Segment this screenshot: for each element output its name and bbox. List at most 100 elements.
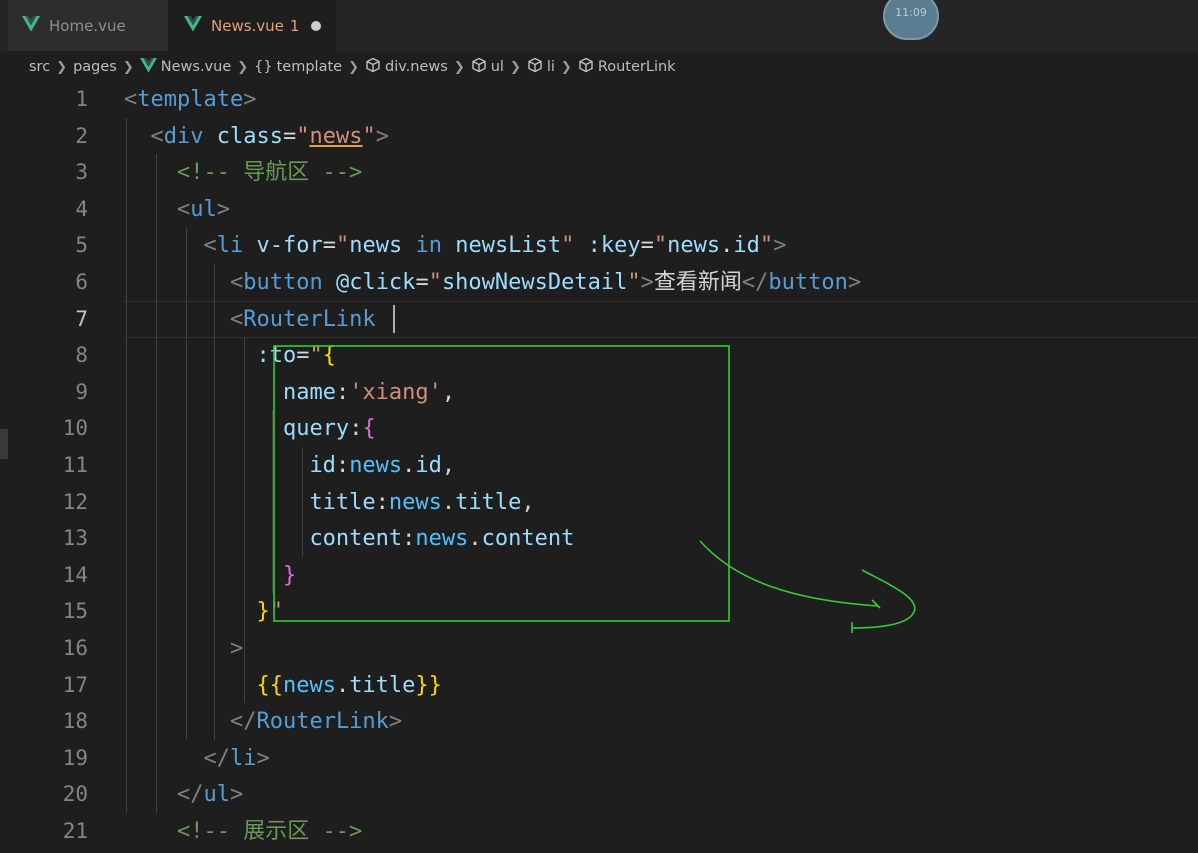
code-line[interactable]: 16 > (0, 630, 1198, 667)
code-token: news (309, 123, 363, 149)
code-token: < (229, 306, 244, 332)
code-text: <li v-for="news in newsList" :key="news.… (124, 227, 786, 264)
code-token: " (309, 343, 323, 369)
code-text: <!-- 导航区 --> (124, 154, 362, 191)
code-text: {{news.title}} (124, 667, 441, 704)
code-line[interactable]: 5 <li v-for="news in newsList" :key="new… (0, 227, 1198, 264)
code-line[interactable]: 13 content:news.content (0, 520, 1198, 557)
code-token: RouterLink (256, 709, 389, 735)
code-token: news (349, 453, 403, 478)
unsaved-dot-icon[interactable] (311, 20, 322, 31)
code-token: , (441, 379, 456, 405)
code-text: <RouterLink (124, 301, 389, 338)
code-text: <div class="news"> (124, 118, 389, 155)
line-number: 8 (75, 343, 88, 368)
chevron-right-icon: ❯ (56, 59, 68, 75)
tab-news-vue[interactable]: News.vue 1 (168, 0, 336, 51)
chevron-right-icon: ❯ (560, 59, 572, 75)
code-line[interactable]: 18 </RouterLink> (0, 703, 1198, 740)
code-token: , (521, 489, 535, 515)
code-token: " (362, 123, 376, 149)
code-token: > (640, 270, 654, 295)
code-token: 查看新闻 (653, 270, 742, 295)
breadcrumb-item-template[interactable]: {} template (254, 59, 342, 75)
breadcrumb-item-div-news[interactable]: div.news (365, 57, 448, 77)
code-token: . (720, 233, 734, 259)
code-token: > (256, 745, 270, 771)
code-token: > (229, 636, 244, 661)
code-token: <!-- 展示区 --> (176, 819, 363, 844)
indent-guide (244, 337, 245, 704)
code-text: } (124, 557, 296, 594)
code-token: { (322, 343, 336, 369)
code-line[interactable]: 14 } (0, 557, 1198, 594)
code-line[interactable]: 1 <template> (0, 81, 1198, 118)
code-token: : (335, 453, 350, 478)
vue-file-icon (22, 15, 40, 36)
code-editor[interactable]: 1 <template> 2 <div class="news"> 3 <!-- 导航… (0, 83, 1198, 853)
code-line[interactable]: 12 title:news.title, (0, 484, 1198, 521)
code-line[interactable]: 3 <!-- 导航区 --> (0, 154, 1198, 191)
code-text: query:{ (124, 410, 376, 447)
code-text: </li> (124, 740, 270, 777)
line-number: 9 (75, 379, 88, 404)
code-line[interactable]: 4 <ul> (0, 191, 1198, 228)
code-token: RouterLink (243, 306, 376, 332)
indent-guide (214, 264, 215, 740)
code-line[interactable]: 10 query:{ (0, 410, 1198, 447)
code-token: news (282, 672, 336, 698)
code-token: " (627, 270, 641, 295)
code-token: < (150, 123, 164, 149)
chevron-right-icon: ❯ (237, 59, 249, 75)
tab-label: Home.vue (49, 16, 126, 35)
code-line[interactable]: 7 <RouterLink (0, 301, 1198, 338)
code-line[interactable]: 6 <button @click="showNewsDetail">查看新闻</… (0, 264, 1198, 301)
code-token: id (415, 453, 442, 478)
line-number: 12 (62, 489, 88, 514)
code-token: 'xiang' (349, 379, 442, 405)
code-token: > (216, 196, 230, 222)
code-token: " (653, 233, 668, 259)
code-text: }" (124, 593, 283, 630)
code-line[interactable]: 8 :to="{ (0, 337, 1198, 374)
code-token: " (269, 599, 283, 625)
code-token: showNewsDetail (441, 270, 628, 295)
line-number: 13 (62, 526, 88, 551)
breadcrumb-item-src[interactable]: src (29, 59, 50, 75)
breadcrumb-item-ul[interactable]: ul (471, 57, 504, 77)
code-line[interactable]: 9 name:'xiang', (0, 374, 1198, 411)
code-line[interactable]: 19 </li> (0, 740, 1198, 777)
code-text: content:news.content (124, 520, 574, 557)
line-number: 4 (75, 196, 88, 221)
element-cube-icon (471, 57, 487, 77)
code-token: title (309, 489, 376, 515)
tab-home-vue[interactable]: Home.vue (8, 0, 168, 51)
breadcrumb-item-routerlink[interactable]: RouterLink (578, 57, 676, 77)
code-line[interactable]: 11 id:news.id, (0, 447, 1198, 484)
code-line[interactable]: 2 <div class="news"> (0, 118, 1198, 155)
code-token: li (229, 745, 257, 771)
code-line[interactable]: 15 }" (0, 593, 1198, 630)
element-cube-icon (365, 57, 381, 77)
code-line[interactable]: 20 </ul> (0, 776, 1198, 813)
code-token: > (375, 123, 389, 149)
code-token: content (481, 526, 575, 552)
breadcrumb-item-pages[interactable]: pages (73, 59, 117, 75)
code-token: {{ (256, 672, 283, 698)
code-line[interactable]: 21 <!-- 展示区 --> (0, 813, 1198, 850)
code-line[interactable]: 17 {{news.title}} (0, 667, 1198, 704)
code-token: v-for (256, 233, 323, 259)
breadcrumb-item-li[interactable]: li (527, 57, 555, 77)
chevron-right-icon: ❯ (348, 59, 359, 75)
breadcrumb-item-file[interactable]: News.vue (139, 57, 231, 77)
code-text: <ul> (124, 191, 230, 228)
indent-guide (186, 227, 187, 740)
